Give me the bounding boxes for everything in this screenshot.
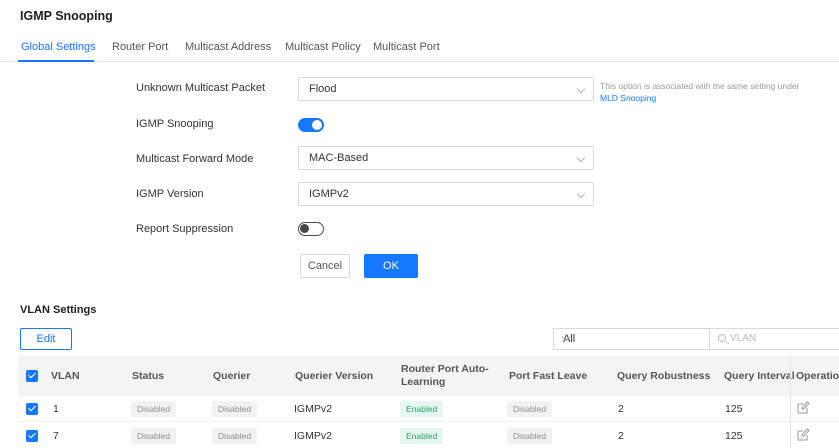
unknown-multicast-packet-select[interactable]: Flood (298, 77, 594, 101)
toggle-knob (312, 120, 322, 130)
vlan-filter-select[interactable]: All (553, 328, 710, 350)
search-icon (718, 334, 726, 342)
mld-snooping-link[interactable]: MLD Snooping (600, 93, 656, 103)
table-header: VLAN Status Querier Querier Version Rout… (18, 356, 839, 396)
column-header-query-robustness[interactable]: Query Robustness (617, 370, 710, 382)
cell-vlan: 1 (53, 403, 59, 415)
column-header-port-fast-leave[interactable]: Port Fast Leave (509, 370, 587, 382)
column-header-router-port-line2: Learning (401, 376, 446, 388)
igmp-version-label: IGMP Version (136, 188, 204, 200)
multicast-forward-mode-value: MAC-Based (309, 152, 369, 164)
column-header-querier[interactable]: Querier (213, 370, 250, 382)
status-badge: Disabled (131, 428, 177, 444)
vlan-search-placeholder: VLAN (730, 333, 757, 344)
tab-multicast-port[interactable]: Multicast Port (373, 41, 440, 53)
querier-badge: Disabled (212, 401, 258, 417)
tab-multicast-policy[interactable]: Multicast Policy (285, 41, 361, 53)
select-all-checkbox[interactable] (26, 370, 38, 382)
router-port-auto-learning-badge: Enabled (400, 401, 444, 417)
column-header-router-port-auto-learning[interactable]: Router Port Auto- Learning (401, 363, 489, 389)
hint-text: This option is associated with the same … (600, 80, 810, 104)
column-header-vlan[interactable]: VLAN (51, 370, 80, 382)
row-checkbox[interactable] (26, 430, 38, 442)
active-tab-indicator (18, 60, 94, 62)
vlan-search-input[interactable]: VLAN (709, 328, 839, 350)
report-suppression-label: Report Suppression (136, 223, 234, 235)
column-header-status[interactable]: Status (132, 370, 164, 382)
row-checkbox[interactable] (26, 403, 38, 415)
port-fast-leave-badge: Disabled (507, 401, 553, 417)
cell-query-robustness: 2 (618, 430, 624, 442)
column-header-router-port-line1: Router Port Auto- (401, 363, 489, 375)
igmp-snooping-label: IGMP Snooping (136, 118, 214, 130)
table-row: 7 Disabled Disabled IGMPv2 Enabled Disab… (18, 423, 839, 448)
multicast-forward-mode-select[interactable]: MAC-Based (298, 146, 594, 170)
vlan-settings-title: VLAN Settings (20, 304, 97, 316)
edit-icon[interactable] (796, 428, 810, 442)
chevron-down-icon (576, 153, 586, 163)
igmp-version-select[interactable]: IGMPv2 (298, 182, 594, 206)
unknown-multicast-packet-label: Unknown Multicast Packet (136, 82, 265, 94)
chevron-down-icon (576, 84, 586, 94)
table-row: 1 Disabled Disabled IGMPv2 Enabled Disab… (18, 396, 839, 422)
cell-query-interval: 125 (725, 403, 743, 415)
toggle-knob (300, 224, 309, 233)
ok-button[interactable]: OK (364, 254, 418, 278)
tab-global-settings[interactable]: Global Settings (21, 41, 96, 53)
cell-querier-version: IGMPv2 (294, 403, 332, 415)
tab-router-port[interactable]: Router Port (112, 41, 168, 53)
column-header-querier-version[interactable]: Querier Version (295, 370, 373, 382)
edit-button[interactable]: Edit (20, 328, 72, 350)
column-header-operation: Operation (796, 370, 839, 382)
tab-multicast-address[interactable]: Multicast Address (185, 41, 271, 53)
chevron-down-icon (576, 189, 586, 199)
router-port-auto-learning-badge: Enabled (400, 428, 444, 444)
page-title: IGMP Snooping (20, 9, 113, 23)
unknown-multicast-packet-value: Flood (309, 83, 337, 95)
igmp-version-value: IGMPv2 (309, 188, 349, 200)
multicast-forward-mode-label: Multicast Forward Mode (136, 153, 254, 165)
cell-query-robustness: 2 (618, 403, 624, 415)
cell-vlan: 7 (53, 430, 59, 442)
cell-querier-version: IGMPv2 (294, 430, 332, 442)
igmp-snooping-toggle[interactable] (298, 118, 324, 132)
report-suppression-toggle[interactable] (298, 222, 324, 236)
edit-icon[interactable] (796, 401, 810, 415)
column-header-query-interval[interactable]: Query Interval (724, 370, 795, 382)
cell-query-interval: 125 (725, 430, 743, 442)
hint-text-body: This option is associated with the same … (600, 81, 800, 91)
cancel-button[interactable]: Cancel (300, 254, 350, 278)
status-badge: Disabled (131, 401, 177, 417)
querier-badge: Disabled (212, 428, 258, 444)
port-fast-leave-badge: Disabled (507, 428, 553, 444)
tab-bar: Global Settings Router Port Multicast Ad… (0, 36, 839, 62)
